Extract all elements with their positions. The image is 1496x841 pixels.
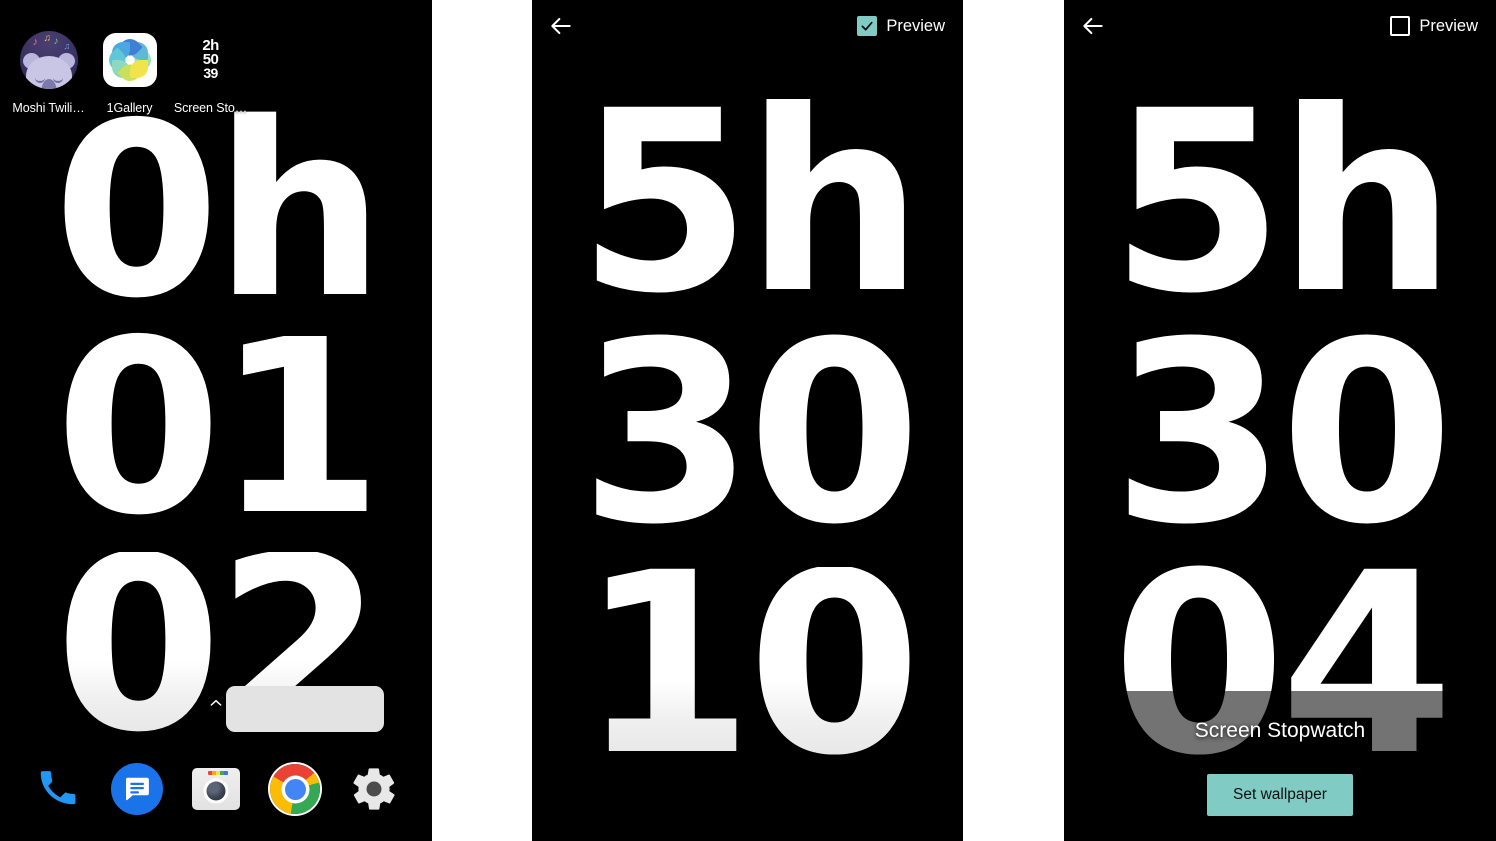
stopwatch-icon-line-3: 39	[203, 65, 218, 82]
camera-lens	[203, 778, 229, 804]
preview-toggle[interactable]: Preview	[857, 16, 945, 36]
clock-row-hours: 5h	[577, 57, 924, 348]
music-note-icon: ♫	[63, 40, 71, 51]
preview-topbar: Preview	[532, 0, 963, 52]
clock-row-minutes: 30	[1112, 288, 1454, 579]
dock-item-settings[interactable]	[348, 763, 400, 815]
dock-item-camera[interactable]	[190, 763, 242, 815]
app-label: Moshi Twili…	[12, 101, 85, 115]
preview-checkbox-unchecked[interactable]	[1390, 16, 1411, 36]
camera-rainbow-stripe	[207, 771, 228, 775]
set-wallpaper-panel: Preview 5h 30 04 Screen Stopwatch Set wa…	[1064, 0, 1496, 841]
wallpaper-preview-panel: Preview 5h 30 10	[532, 0, 963, 841]
clock-row-hours: 5h	[1110, 57, 1456, 348]
dock-item-chrome[interactable]	[269, 763, 321, 815]
clock-row-seconds: 04	[1112, 519, 1454, 810]
preview-label: Preview	[886, 16, 945, 35]
home-stopwatch-wallpaper: 0h 01 02	[0, 71, 432, 766]
music-note-icon: ♪	[32, 35, 39, 48]
dock-item-messages[interactable]	[110, 763, 163, 815]
settings-gear-icon	[349, 764, 399, 814]
dock-item-phone[interactable]	[32, 763, 84, 815]
music-note-icon: ♫	[43, 32, 52, 44]
chrome-icon	[270, 764, 321, 814]
pinwheel-core	[126, 56, 133, 63]
check-icon	[861, 21, 873, 31]
moshi-twilight-icon: ♪ ♫ ♪ ♫	[19, 30, 78, 89]
clock-row-seconds: 10	[579, 519, 922, 810]
screen-stopwatch-icon-box: 2h 50 39	[179, 28, 242, 91]
preview-stopwatch-wallpaper: 5h 30 10	[532, 57, 963, 810]
music-note-icon: ♪	[53, 35, 59, 47]
gallery-icon-box	[98, 28, 161, 91]
widget-placeholder	[226, 686, 384, 732]
back-arrow-icon[interactable]	[1080, 13, 1106, 39]
set-stopwatch-wallpaper: 5h 30 04	[1064, 57, 1496, 810]
moshi-twilight-icon-box: ♪ ♫ ♪ ♫	[17, 28, 80, 91]
set-topbar: Preview	[1064, 0, 1496, 52]
home-app-grid: ♪ ♫ ♪ ♫ Moshi Twili… 1Gallery 2h 50 39 S…	[0, 28, 432, 115]
chrome-center-dot	[284, 778, 306, 800]
back-arrow-icon[interactable]	[548, 13, 574, 39]
clock-row-hours: 0h	[53, 71, 385, 351]
koala-head	[25, 56, 72, 89]
gallery-icon	[102, 32, 157, 87]
app-1gallery[interactable]: 1Gallery	[98, 28, 161, 115]
home-screen-panel: 0h 01 02 ♪ ♫ ♪ ♫ Moshi Twili… 1Gallery 2…	[0, 0, 432, 841]
clock-row-minutes: 30	[579, 288, 922, 579]
screenshot-stage: 0h 01 02 ♪ ♫ ♪ ♫ Moshi Twili… 1Gallery 2…	[0, 0, 1496, 841]
preview-label: Preview	[1419, 16, 1478, 35]
phone-icon	[35, 764, 81, 815]
app-label: 1Gallery	[106, 101, 153, 115]
screen-stopwatch-icon: 2h 50 39	[185, 30, 236, 89]
messages-icon	[110, 763, 163, 815]
chevron-up-icon[interactable]	[208, 695, 224, 711]
pinwheel-graphic	[104, 34, 155, 85]
app-moshi-twilight[interactable]: ♪ ♫ ♪ ♫ Moshi Twili…	[12, 28, 85, 115]
clock-row-minutes: 01	[55, 288, 383, 569]
home-dock	[0, 763, 432, 815]
pinwheel-petal	[129, 59, 148, 78]
set-wallpaper-button[interactable]: Set wallpaper	[1207, 774, 1353, 816]
preview-checkbox-checked[interactable]	[857, 16, 878, 36]
app-screen-stopwatch[interactable]: 2h 50 39 Screen Sto…	[174, 28, 247, 115]
app-label: Screen Sto…	[173, 101, 248, 115]
preview-toggle[interactable]: Preview	[1390, 16, 1478, 36]
camera-icon	[191, 768, 240, 810]
